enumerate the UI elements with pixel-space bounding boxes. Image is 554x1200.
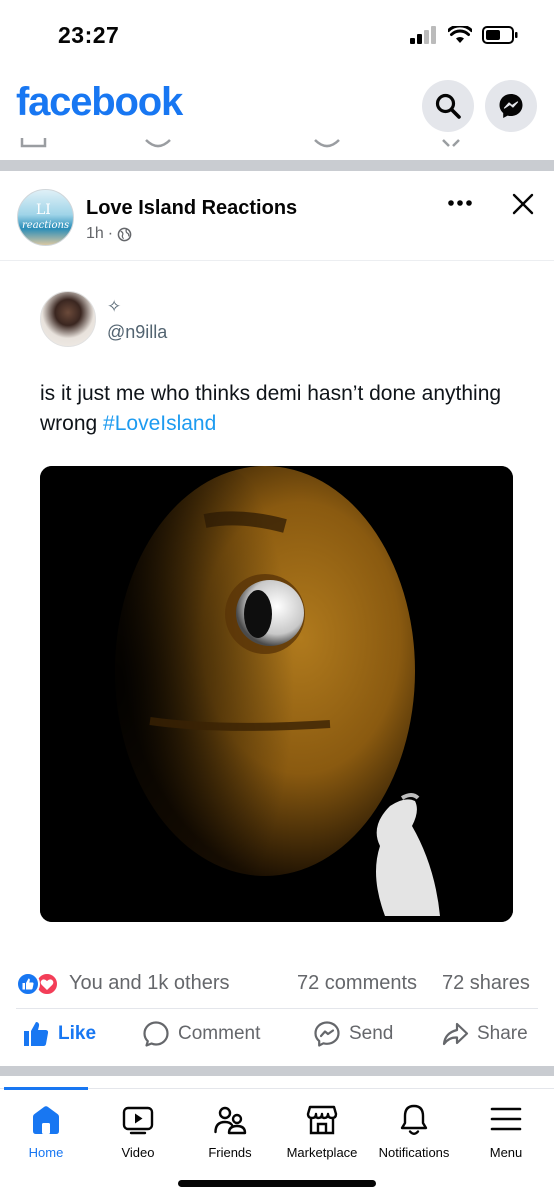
reactions-summary[interactable]: You and 1k others 72 comments 72 shares (0, 964, 554, 1004)
wifi-icon (448, 26, 472, 43)
post-time: 1h (86, 225, 104, 242)
post-header: LI reactions Love Island Reactions 1h · (0, 171, 554, 261)
close-icon (512, 193, 534, 215)
actions-divider (16, 1008, 538, 1009)
tab-home-label: Home (28, 1145, 64, 1160)
tweet-hashtag: #LoveIsland (103, 412, 217, 435)
tab-friends-label: Friends (208, 1145, 252, 1160)
tab-friends[interactable]: Friends (184, 1103, 276, 1160)
send-button[interactable]: Send (313, 1020, 393, 1048)
home-indicator[interactable] (178, 1180, 376, 1187)
tweet-handle: @n9illa (107, 322, 168, 342)
tweet-text: is it just me who thinks demi hasn’t don… (40, 379, 510, 439)
status-icons (410, 26, 518, 44)
tab-notifications[interactable]: Notifications (368, 1103, 460, 1160)
thumbs-up-icon (24, 1022, 49, 1046)
tab-home[interactable]: Home (0, 1103, 92, 1160)
battery-icon (482, 26, 518, 44)
tweet-sparkle: ✧ (107, 297, 122, 316)
menu-icon (490, 1107, 522, 1131)
messenger-icon (499, 94, 523, 118)
like-button[interactable]: Like (22, 1020, 96, 1048)
feed-separator-bottom (0, 1066, 554, 1076)
avatar-ll-text: LI (36, 202, 51, 218)
like-reaction-icon (16, 972, 40, 996)
tab-video-label: Video (121, 1145, 155, 1160)
post-meta: 1h · (86, 225, 132, 243)
video-icon (122, 1106, 154, 1135)
marketplace-icon (306, 1105, 338, 1135)
comments-count[interactable]: 72 comments (297, 972, 417, 995)
post-actions: Like Comment Send Share (0, 1016, 554, 1058)
more-options-button[interactable] (445, 193, 475, 213)
reaction-icons (16, 972, 59, 996)
feed-separator (0, 160, 554, 171)
home-icon (33, 1106, 59, 1134)
comment-button[interactable]: Comment (142, 1020, 260, 1048)
tweet-author-avatar (40, 291, 96, 347)
share-button[interactable]: Share (441, 1020, 528, 1048)
reactions-text[interactable]: You and 1k others (69, 972, 230, 995)
active-tab-indicator (4, 1087, 88, 1090)
search-icon (435, 93, 461, 119)
friends-icon (214, 1106, 247, 1135)
status-time: 23:27 (58, 22, 120, 48)
share-icon (442, 1022, 469, 1046)
globe-icon (117, 227, 132, 241)
more-dots-icon (448, 200, 472, 206)
tab-notifications-label: Notifications (378, 1145, 450, 1160)
send-label: Send (349, 1023, 394, 1044)
search-button[interactable] (422, 80, 474, 132)
page-name[interactable]: Love Island Reactions (86, 197, 297, 220)
signal-icon (410, 26, 436, 44)
comment-icon (143, 1021, 169, 1047)
share-label: Share (477, 1023, 528, 1044)
tab-menu[interactable]: Menu (460, 1103, 552, 1160)
meta-separator: · (107, 225, 114, 242)
comment-label: Comment (178, 1023, 261, 1044)
like-label: Like (58, 1023, 97, 1044)
status-bar: 23:27 (0, 0, 554, 72)
tab-marketplace[interactable]: Marketplace (276, 1103, 368, 1160)
stories-row-cutoff (0, 138, 554, 160)
shares-count[interactable]: 72 shares (442, 972, 530, 995)
tab-video[interactable]: Video (92, 1103, 184, 1160)
hide-post-button[interactable] (508, 189, 538, 219)
bell-icon (400, 1104, 428, 1135)
messenger-button[interactable] (485, 80, 537, 132)
facebook-logo[interactable]: facebook (16, 80, 183, 125)
tab-menu-label: Menu (489, 1145, 523, 1160)
avatar-reactions-text: reactions (22, 220, 70, 231)
page-avatar[interactable]: LI reactions (17, 189, 74, 246)
meme-image[interactable] (40, 466, 513, 922)
app-header: facebook (0, 72, 554, 138)
messenger-outline-icon (314, 1021, 340, 1047)
tab-marketplace-label: Marketplace (286, 1145, 358, 1160)
